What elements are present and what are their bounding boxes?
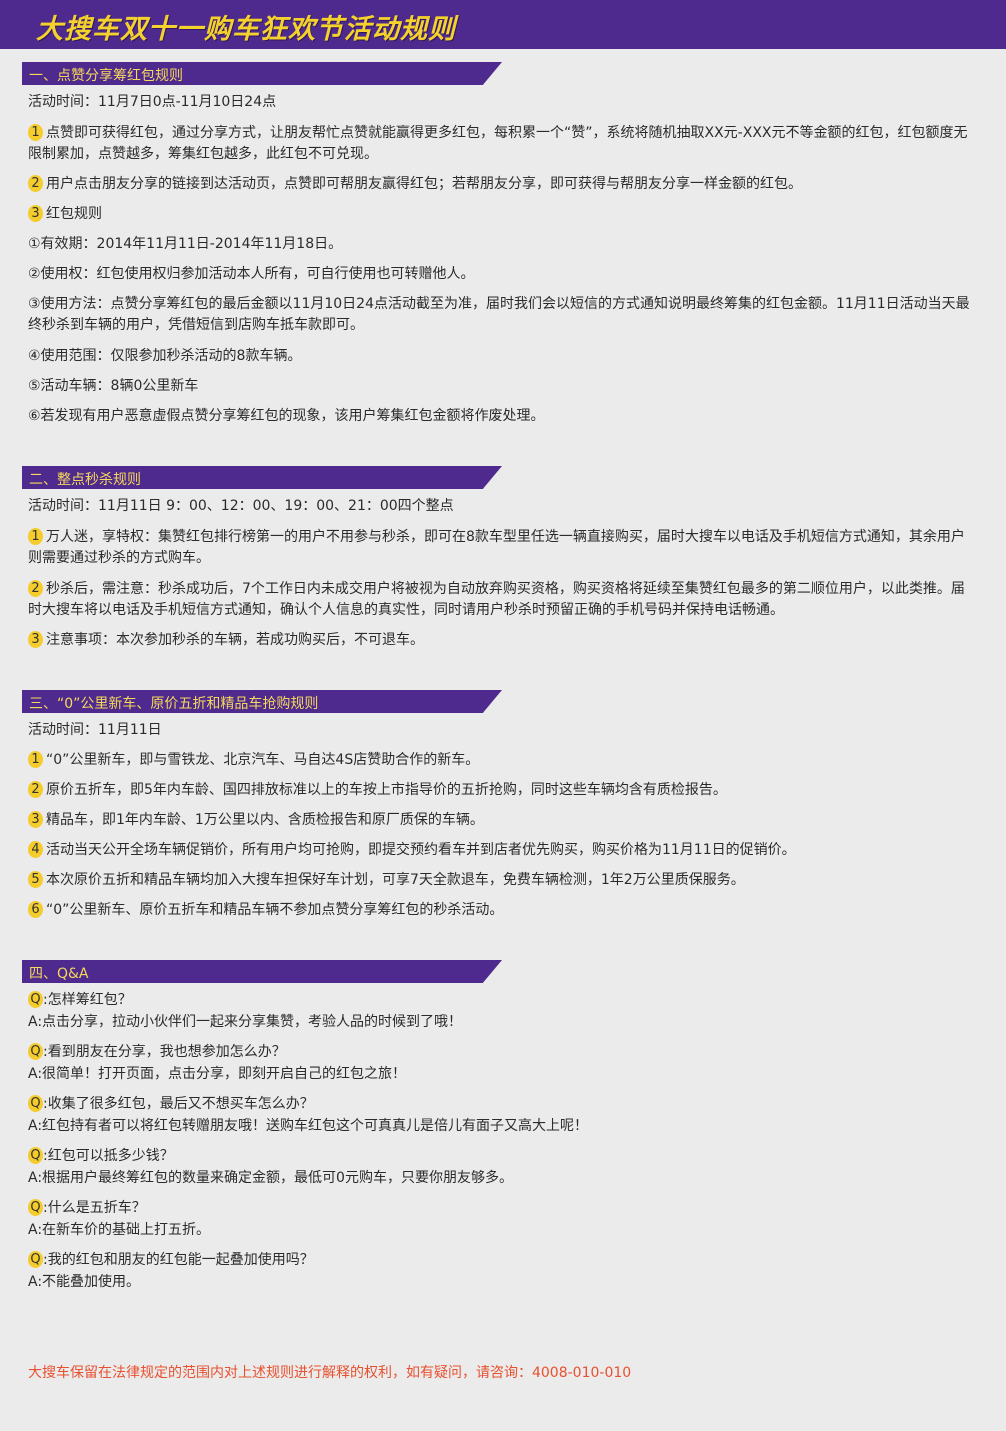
rule-item: 4 活动当天公开全场车辆促销价，所有用户均可抢购，即提交预约看车并到店者优先购买，… — [28, 840, 978, 861]
rule-text: 万人迷，享特权：集赞红包排行榜第一的用户不用参与秒杀，即可在8款车型里任选一辆直… — [28, 529, 965, 566]
number-badge: 1 — [28, 751, 43, 768]
rule-item: 5 本次原价五折和精品车辆均加入大搜车担保好车计划，可享7天全款退车，免费车辆检测… — [28, 870, 978, 891]
number-badge: 2 — [28, 580, 43, 597]
rule-text: 秒杀后，需注意：秒杀成功后，7个工作日内未成交用户将被视为自动放弃购买资格，购买… — [28, 581, 965, 618]
a-label: A — [28, 1274, 38, 1290]
number-badge: 1 — [28, 124, 43, 141]
rule-text: 点赞即可获得红包，通过分享方式，让朋友帮忙点赞就能赢得更多红包，每积累一个“赞”… — [28, 125, 968, 162]
question-text: :看到朋友在分享，我也想参加怎么办？ — [43, 1044, 286, 1060]
sub-rule: ②使用权：红包使用权归参加活动本人所有，可自行使用也可转赠他人。 — [28, 266, 475, 282]
qa-question: Q:我的红包和朋友的红包能一起叠加使用吗？ — [28, 1250, 314, 1271]
section-3-header: 三、“0”公里新车、原价五折和精品车抢购规则 — [22, 690, 502, 713]
number-badge: 5 — [28, 871, 43, 888]
qa-answer: A:在新车价的基础上打五折。 — [28, 1220, 210, 1241]
question-text: :收集了很多红包，最后又不想买车怎么办？ — [43, 1096, 314, 1112]
question-text: :红包可以抵多少钱？ — [43, 1148, 174, 1164]
qa-question: Q:什么是五折车？ — [28, 1198, 146, 1219]
q-badge: Q — [28, 1199, 43, 1216]
number-badge: 2 — [28, 781, 43, 798]
rule-item: 2 用户点击朋友分享的链接到达活动页，点赞即可帮朋友赢得红包；若帮朋友分享，即可获… — [28, 174, 978, 195]
rule-text: 活动当天公开全场车辆促销价，所有用户均可抢购，即提交预约看车并到店者优先购买，购… — [46, 842, 796, 858]
rule-item: 2 秒杀后，需注意：秒杀成功后，7个工作日内未成交用户将被视为自动放弃购买资格，购… — [28, 579, 973, 621]
rule-text: 红包规则 — [46, 206, 102, 222]
rule-item: 3 红包规则 — [28, 204, 978, 225]
rule-item: 3 注意事项：本次参加秒杀的车辆，若成功购买后，不可退车。 — [28, 630, 978, 651]
answer-text: :在新车价的基础上打五折。 — [37, 1222, 211, 1238]
section-4-title: 四、Q&A — [29, 966, 89, 982]
question-text: :怎样筹红包？ — [43, 992, 132, 1008]
section-1-header: 一、点赞分享筹红包规则 — [22, 62, 502, 85]
number-badge: 2 — [28, 175, 43, 192]
q-badge: Q — [28, 1251, 43, 1268]
rule-item: 3 精品车，即1年内车龄、1万公里以内、含质检报告和原厂质保的车辆。 — [28, 810, 978, 831]
sub-rule: ①有效期：2014年11月11日-2014年11月18日。 — [28, 236, 343, 252]
footer-note: 大搜车保留在法律规定的范围内对上述规则进行解释的权利，如有疑问，请咨询：4008… — [28, 1365, 632, 1381]
qa-answer: A:很简单！打开页面，点击分享，即刻开启自己的红包之旅！ — [28, 1064, 406, 1085]
sub-rule: ④使用范围：仅限参加秒杀活动的8款车辆。 — [28, 348, 302, 364]
question-text: :什么是五折车？ — [43, 1200, 146, 1216]
number-badge: 3 — [28, 631, 43, 648]
q-badge: Q — [28, 1147, 43, 1164]
qa-answer: A:点击分享，拉动小伙伴们一起来分享集赞，考验人品的时候到了哦！ — [28, 1012, 462, 1033]
sub-rule: ⑥若发现有用户恶意虚假点赞分享筹红包的现象，该用户筹集红包金额将作废处理。 — [28, 408, 545, 424]
qa-answer: A:红包持有者可以将红包转赠朋友哦！送购车红包这个可真真儿是倍儿有面子又高大上呢… — [28, 1116, 588, 1137]
a-label: A — [28, 1118, 38, 1134]
rule-text: 精品车，即1年内车龄、1万公里以内、含质检报告和原厂质保的车辆。 — [46, 812, 484, 828]
q-badge: Q — [28, 1043, 43, 1060]
rule-item: 1 点赞即可获得红包，通过分享方式，让朋友帮忙点赞就能赢得更多红包，每积累一个“赞… — [28, 123, 978, 165]
answer-text: :点击分享，拉动小伙伴们一起来分享集赞，考验人品的时候到了哦！ — [37, 1014, 463, 1030]
page-title: 大搜车双十一购车狂欢节活动规则 — [36, 14, 456, 45]
rule-item: 1 万人迷，享特权：集赞红包排行榜第一的用户不用参与秒杀，即可在8款车型里任选一辆… — [28, 527, 973, 569]
question-text: :我的红包和朋友的红包能一起叠加使用吗？ — [43, 1252, 314, 1268]
rule-item: 1 “0”公里新车，即与雪铁龙、北京汽车、马自达4S店赞助合作的新车。 — [28, 750, 978, 771]
answer-text: :根据用户最终筹红包的数量来确定金额，最低可0元购车，只要你朋友够多。 — [37, 1170, 513, 1186]
number-badge: 6 — [28, 901, 43, 918]
sub-rule: ⑤活动车辆：8辆0公里新车 — [28, 378, 199, 394]
qa-question: Q:看到朋友在分享，我也想参加怎么办？ — [28, 1042, 286, 1063]
rule-text: “0”公里新车、原价五折车和精品车辆不参加点赞分享筹红包的秒杀活动。 — [46, 902, 504, 918]
rule-text: “0”公里新车，即与雪铁龙、北京汽车、马自达4S店赞助合作的新车。 — [46, 752, 480, 768]
number-badge: 4 — [28, 841, 43, 858]
q-badge: Q — [28, 991, 43, 1008]
answer-text: :很简单！打开页面，点击分享，即刻开启自己的红包之旅！ — [37, 1066, 407, 1082]
qa-answer: A:根据用户最终筹红包的数量来确定金额，最低可0元购车，只要你朋友够多。 — [28, 1168, 513, 1189]
qa-question: Q:收集了很多红包，最后又不想买车怎么办？ — [28, 1094, 314, 1115]
sub-rule: ③使用方法：点赞分享筹红包的最后金额以11月10日24点活动截至为准，届时我们会… — [28, 296, 970, 333]
section-4-header: 四、Q&A — [22, 960, 502, 983]
rule-text: 注意事项：本次参加秒杀的车辆，若成功购买后，不可退车。 — [46, 632, 424, 648]
qa-question: Q:怎样筹红包？ — [28, 990, 132, 1011]
rule-text: 原价五折车，即5年内车龄、国四排放标准以上的车按上市指导价的五折抢购，同时这些车… — [46, 782, 727, 798]
a-label: A — [28, 1222, 38, 1238]
a-label: A — [28, 1014, 38, 1030]
answer-text: :红包持有者可以将红包转赠朋友哦！送购车红包这个可真真儿是倍儿有面子又高大上呢！ — [37, 1118, 589, 1134]
q-badge: Q — [28, 1095, 43, 1112]
section-2-time: 活动时间：11月11日 9：00、12：00、19：00、21：00四个整点 — [28, 498, 454, 514]
section-1-title: 一、点赞分享筹红包规则 — [29, 68, 183, 84]
section-1-time: 活动时间：11月7日0点-11月10日24点 — [28, 94, 277, 110]
qa-answer: A:不能叠加使用。 — [28, 1272, 140, 1293]
section-2-header: 二、整点秒杀规则 — [22, 466, 502, 489]
rule-text: 用户点击朋友分享的链接到达活动页，点赞即可帮朋友赢得红包；若帮朋友分享，即可获得… — [46, 176, 802, 192]
section-3-time: 活动时间：11月11日 — [28, 722, 162, 738]
number-badge: 3 — [28, 811, 43, 828]
section-2-title: 二、整点秒杀规则 — [29, 472, 141, 488]
answer-text: :不能叠加使用。 — [37, 1274, 141, 1290]
number-badge: 1 — [28, 528, 43, 545]
a-label: A — [28, 1066, 38, 1082]
rule-text: 本次原价五折和精品车辆均加入大搜车担保好车计划，可享7天全款退车，免费车辆检测，… — [46, 872, 745, 888]
rule-item: 2 原价五折车，即5年内车龄、国四排放标准以上的车按上市指导价的五折抢购，同时这些… — [28, 780, 978, 801]
page-header: 大搜车双十一购车狂欢节活动规则 — [0, 0, 1006, 49]
rule-item: 6 “0”公里新车、原价五折车和精品车辆不参加点赞分享筹红包的秒杀活动。 — [28, 900, 978, 921]
qa-question: Q:红包可以抵多少钱？ — [28, 1146, 174, 1167]
section-3-title: 三、“0”公里新车、原价五折和精品车抢购规则 — [29, 696, 319, 712]
a-label: A — [28, 1170, 38, 1186]
number-badge: 3 — [28, 205, 43, 222]
